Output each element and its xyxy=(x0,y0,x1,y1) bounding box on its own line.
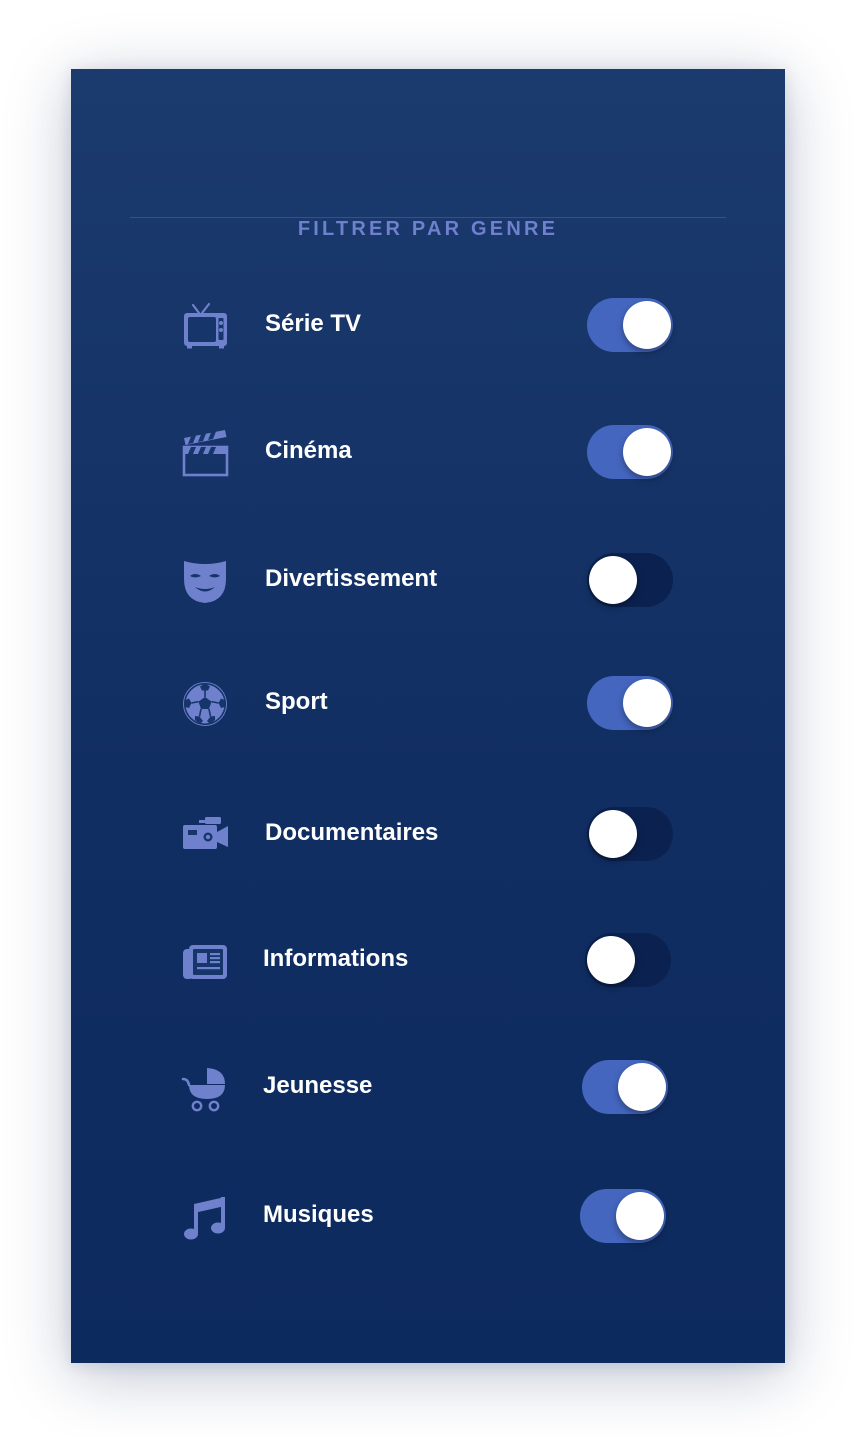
toggle-knob xyxy=(623,679,671,727)
genre-toggle[interactable] xyxy=(587,807,673,861)
genre-label: Série TV xyxy=(265,310,362,337)
genre-toggle[interactable] xyxy=(580,1189,666,1243)
genre-row-documentaires: Documentaires xyxy=(71,803,785,863)
genre-row-musiques: Musiques xyxy=(71,1185,785,1245)
toggle-knob xyxy=(589,810,637,858)
genre-toggle[interactable] xyxy=(587,425,673,479)
newspaper-icon xyxy=(179,935,231,987)
genre-row-sport: Sport xyxy=(71,672,785,732)
soccer-ball-icon xyxy=(179,678,231,730)
toggle-knob xyxy=(618,1063,666,1111)
genre-toggle[interactable] xyxy=(582,1060,668,1114)
genre-row-informations: Informations xyxy=(71,929,785,989)
toggle-knob xyxy=(623,301,671,349)
genre-label: Documentaires xyxy=(265,819,439,846)
genre-toggle[interactable] xyxy=(585,933,671,987)
genre-row-serie-tv: Série TV xyxy=(71,294,785,354)
genre-row-cinema: Cinéma xyxy=(71,421,785,481)
music-note-icon xyxy=(179,1191,231,1243)
genre-label: Informations xyxy=(263,945,409,972)
toggle-knob xyxy=(623,428,671,476)
clapperboard-icon xyxy=(179,427,231,479)
genre-toggle[interactable] xyxy=(587,676,673,730)
genre-row-jeunesse: Jeunesse xyxy=(71,1056,785,1116)
genre-label: Divertissement xyxy=(265,565,438,592)
video-camera-icon xyxy=(179,809,231,861)
tv-icon xyxy=(179,300,231,352)
genre-filter-panel: FILTRER PAR GENRE Série TV Cinéma Divert… xyxy=(71,69,785,1363)
genre-label: Sport xyxy=(265,688,328,715)
genre-row-divertissement: Divertissement xyxy=(71,549,785,609)
theater-mask-icon xyxy=(179,555,231,607)
toggle-knob xyxy=(589,556,637,604)
genre-label: Cinéma xyxy=(265,437,352,464)
toggle-knob xyxy=(587,936,635,984)
genre-toggle[interactable] xyxy=(587,553,673,607)
baby-stroller-icon xyxy=(179,1062,231,1114)
header-divider xyxy=(130,217,726,218)
genre-toggle[interactable] xyxy=(587,298,673,352)
genre-label: Jeunesse xyxy=(263,1072,373,1099)
toggle-knob xyxy=(616,1192,664,1240)
panel-title: FILTRER PAR GENRE xyxy=(297,218,559,240)
genre-label: Musiques xyxy=(263,1201,374,1228)
